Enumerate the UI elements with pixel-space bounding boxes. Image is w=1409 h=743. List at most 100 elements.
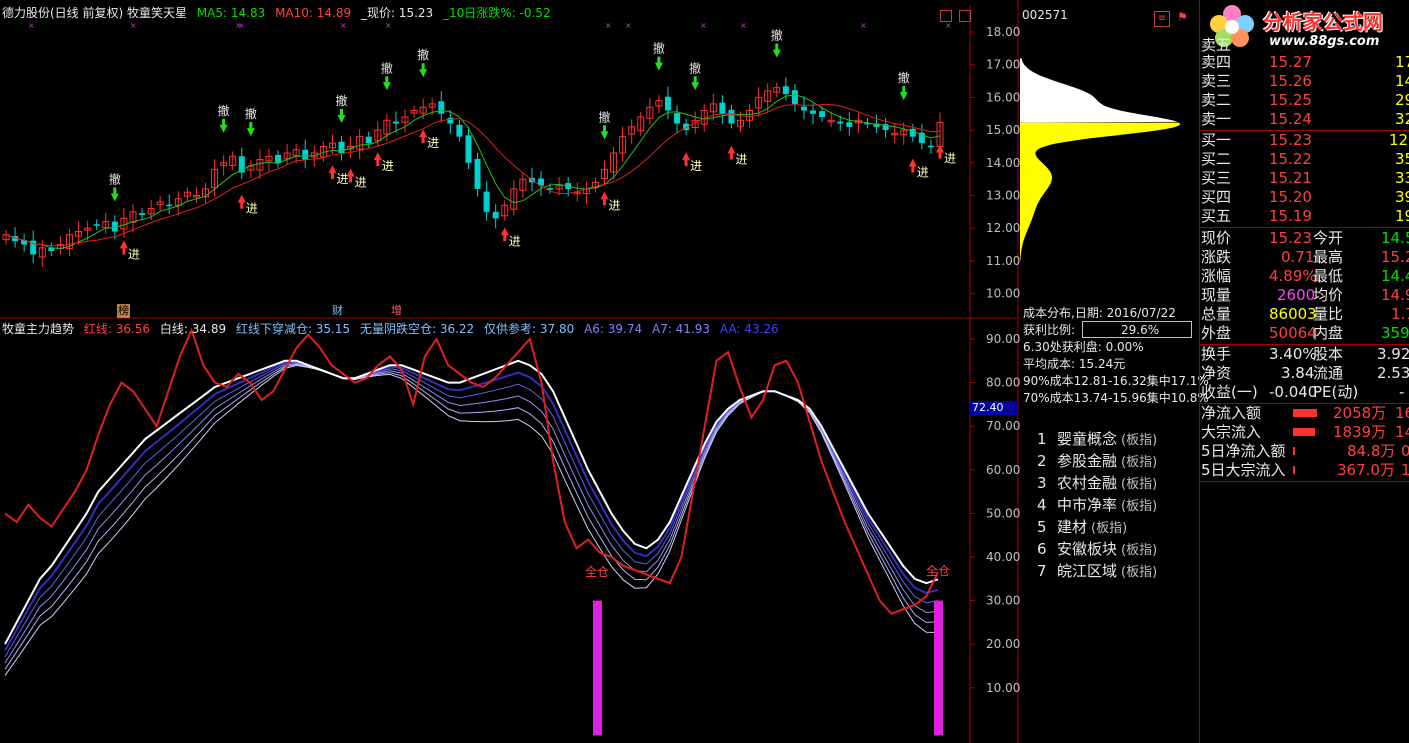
y-tick-label: 90.00 bbox=[986, 332, 1020, 346]
withdraw-signal: 撤 bbox=[218, 103, 230, 118]
block-num: 7 bbox=[1037, 562, 1047, 580]
a7-label: A7: 41.93 bbox=[651, 322, 711, 336]
stat-value: 15.23 bbox=[1269, 229, 1312, 247]
arrow-down-icon bbox=[419, 63, 428, 78]
stat2-value: -0.040 bbox=[1269, 383, 1318, 401]
candle-body bbox=[365, 136, 372, 144]
buy-label: 买五 bbox=[1201, 207, 1232, 225]
enter-signal: 进 bbox=[427, 136, 439, 150]
top-mark: × bbox=[385, 21, 392, 30]
flow-bar bbox=[1293, 428, 1315, 436]
flow-label: 5日大宗流入 bbox=[1201, 461, 1286, 479]
sell-row[interactable]: 卖三 15.26 14 bbox=[1201, 72, 1409, 91]
withdraw-signal: 撤 bbox=[653, 41, 665, 56]
stat-row: 现量 2600均价 14.9 bbox=[1201, 286, 1409, 305]
sell-price: 15.27 bbox=[1269, 53, 1312, 71]
flow-extra: 0 bbox=[1401, 442, 1409, 460]
arrow-down-icon bbox=[382, 76, 391, 91]
block-item[interactable]: 1 婴童概念 (板指) bbox=[1037, 428, 1157, 449]
buy-row[interactable]: 买四 15.20 39 bbox=[1201, 188, 1409, 207]
chart-header: 德力股份(日线 前复权) 牧童笑天星 MA5: 14.83 MA10: 14.8… bbox=[2, 6, 551, 20]
sell-vol: 32 bbox=[1395, 110, 1409, 128]
cost-line4: 70%成本13.74-15.96集中10.8% bbox=[1023, 391, 1209, 405]
buy-row[interactable]: 买一 15.23 127 bbox=[1201, 131, 1409, 150]
flow-value: 1839万 bbox=[1333, 423, 1387, 441]
stat-label: 现价 bbox=[1201, 229, 1232, 247]
minimize-icon[interactable] bbox=[940, 10, 952, 22]
buy-vol: 19 bbox=[1395, 207, 1409, 225]
flow-extra: 14 bbox=[1395, 423, 1409, 441]
withdraw-signal: 撤 bbox=[109, 171, 121, 186]
stat2-label: 换手 bbox=[1201, 345, 1232, 363]
cost-distribution-chart bbox=[1020, 58, 1181, 261]
stat2-label: 净资 bbox=[1201, 364, 1232, 382]
y-tick-label: 17.00 bbox=[986, 58, 1020, 72]
buy-row[interactable]: 买五 15.19 19 bbox=[1201, 207, 1409, 226]
stat2-label: PE(动) bbox=[1313, 383, 1359, 401]
enter-signal: 进 bbox=[690, 159, 702, 173]
band-line bbox=[4, 364, 939, 676]
flow-label: 大宗流入 bbox=[1201, 423, 1262, 441]
red-line-label: 红线: 36.56 bbox=[83, 322, 151, 336]
arrow-down-icon bbox=[219, 118, 228, 133]
enter-signal: 进 bbox=[735, 153, 747, 167]
withdraw-signal: 撤 bbox=[245, 106, 257, 121]
full-position-label: 全仓 bbox=[585, 564, 609, 579]
quote-divider bbox=[1199, 481, 1409, 482]
block-item[interactable]: 7 皖江区域 (板指) bbox=[1037, 560, 1157, 581]
candle-body bbox=[483, 191, 490, 212]
cursor-value-tag: 72.40 bbox=[970, 401, 1018, 415]
candle-body bbox=[447, 117, 454, 124]
block-name: 婴童概念 bbox=[1057, 430, 1118, 448]
profit-value: 29.6% bbox=[1121, 323, 1160, 337]
arrow-up-icon bbox=[373, 152, 382, 167]
sell-vol: 14 bbox=[1395, 72, 1409, 90]
block-num: 4 bbox=[1037, 496, 1047, 514]
top-mark: × bbox=[340, 21, 347, 30]
sell-row[interactable]: 卖一 15.24 32 bbox=[1201, 110, 1409, 129]
block-item[interactable]: 3 农村金融 (板指) bbox=[1037, 472, 1157, 493]
stat2-value: 3.84 bbox=[1281, 364, 1315, 382]
flow-extra: 1 bbox=[1401, 461, 1409, 479]
buy-price: 15.20 bbox=[1269, 188, 1312, 206]
buy-row[interactable]: 买三 15.21 33 bbox=[1201, 169, 1409, 188]
bang-marker: 榜 bbox=[117, 304, 130, 318]
top-mark: × bbox=[28, 21, 35, 30]
stat-row: 现价 15.23今开 14.5 bbox=[1201, 229, 1409, 248]
stat-value: 86003 bbox=[1269, 305, 1317, 323]
enter-signal: 进 bbox=[355, 175, 367, 189]
sell-row[interactable]: 卖四 15.27 17 bbox=[1201, 53, 1409, 72]
buy-row[interactable]: 买二 15.22 35 bbox=[1201, 150, 1409, 169]
arrow-down-icon bbox=[246, 122, 255, 137]
stat2-row: 换手 3.40% 股本 3.92 bbox=[1201, 345, 1409, 364]
buy-label: 买三 bbox=[1201, 169, 1232, 187]
stat-value: 1.7 bbox=[1391, 305, 1409, 323]
full-position-label: 全仓 bbox=[926, 563, 950, 578]
candle-body bbox=[846, 122, 853, 127]
candle-body bbox=[93, 224, 100, 226]
y-tick-label: 30.00 bbox=[986, 594, 1020, 608]
quote-divider bbox=[1199, 227, 1409, 228]
block-item[interactable]: 2 参股金融 (板指) bbox=[1037, 450, 1157, 471]
stat2-row: 收益(一) -0.040 PE(动) - bbox=[1201, 383, 1409, 402]
sell-label: 卖二 bbox=[1201, 91, 1232, 109]
maximize-icon[interactable] bbox=[959, 10, 972, 22]
block-item[interactable]: 5 建材 (板指) bbox=[1037, 516, 1127, 537]
cross-label: 红线下穿减仓: 35.15 bbox=[235, 322, 351, 336]
indicator-name: 牧童主力趋势 bbox=[2, 322, 75, 336]
y-tick-label: 70.00 bbox=[986, 419, 1020, 433]
candle-body bbox=[819, 111, 826, 118]
flow-row: 大宗流入 1839万 14 bbox=[1201, 423, 1409, 442]
arrow-down-icon bbox=[337, 108, 346, 123]
price-label: _现价: 15.23 bbox=[360, 6, 434, 20]
aa-label: AA: 43.26 bbox=[719, 322, 779, 336]
block-item[interactable]: 4 中市净率 (板指) bbox=[1037, 494, 1157, 515]
block-item[interactable]: 6 安徽板块 (板指) bbox=[1037, 538, 1157, 559]
sell-row[interactable]: 卖二 15.25 29 bbox=[1201, 91, 1409, 110]
candle-body bbox=[456, 124, 463, 137]
candle-body bbox=[166, 204, 173, 207]
lower-y-axis: 90.00 80.00 70.00 60.00 50.00 40.00 30.00 20.00… bbox=[970, 332, 1020, 695]
ma-lines bbox=[5, 94, 941, 250]
block-name: 安徽板块 bbox=[1057, 540, 1118, 558]
arrow-up-icon bbox=[500, 227, 509, 242]
